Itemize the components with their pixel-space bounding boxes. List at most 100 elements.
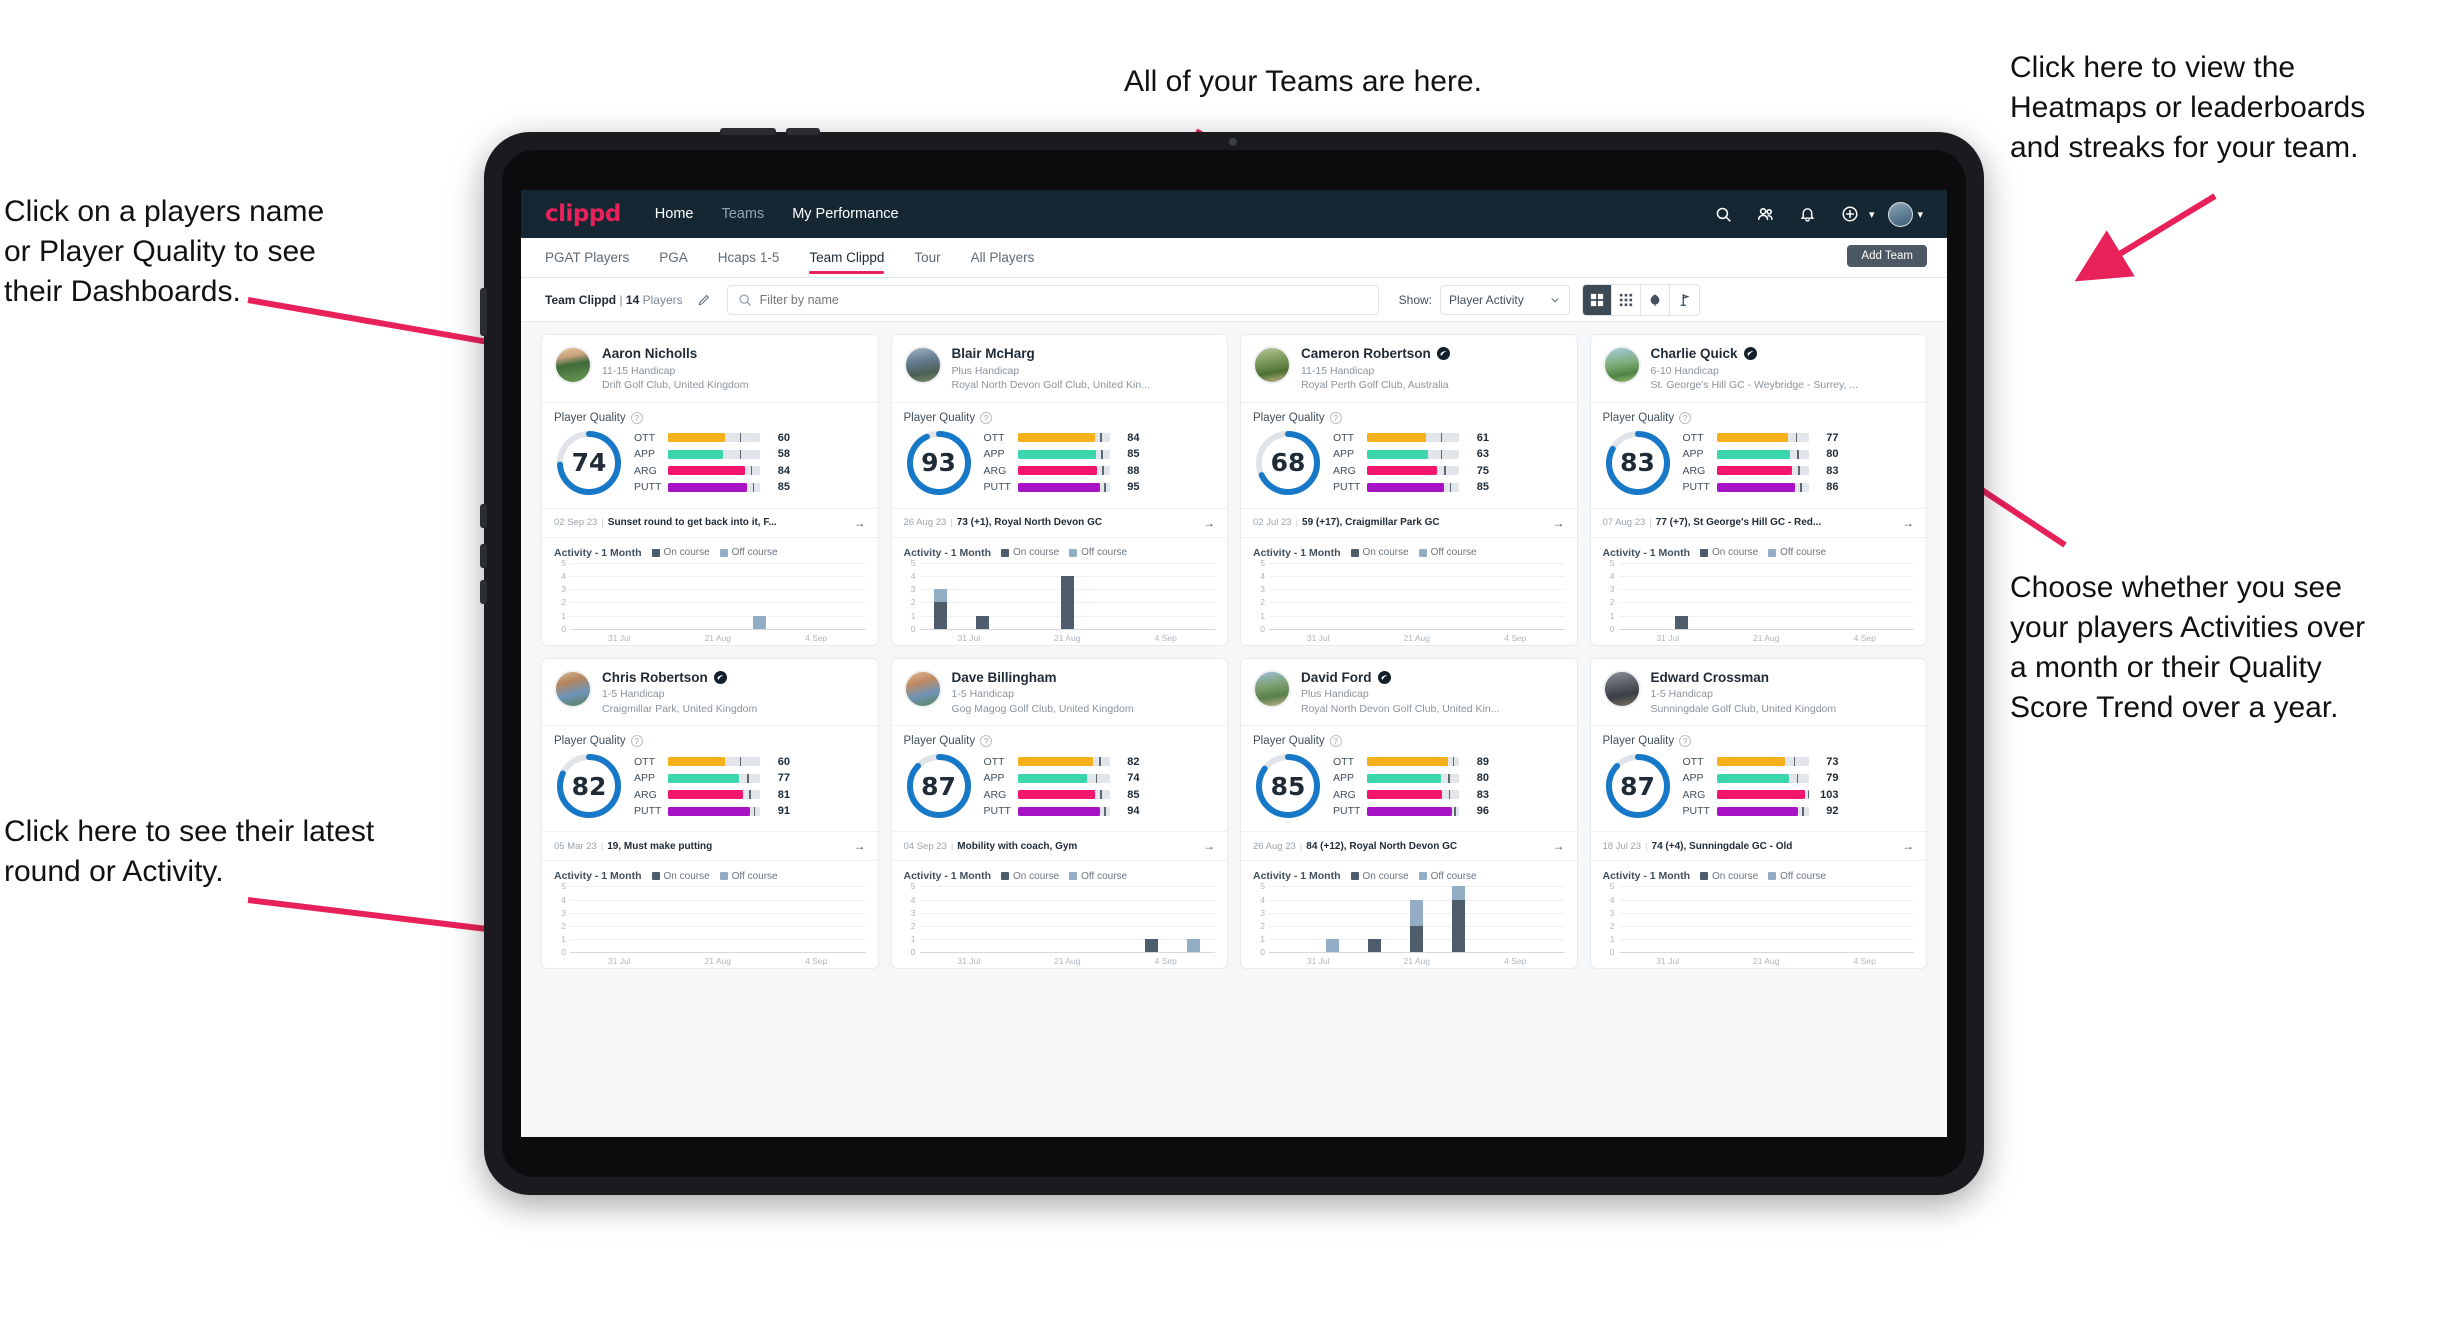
latest-round-row[interactable]: 26 Aug 23 | 73 (+1), Royal North Devon GC → (891, 507, 1227, 538)
player-quality-body[interactable]: 93 OTT 84 APP 85 ARG 88 PUTT 95 (892, 426, 1228, 508)
quality-score-gauge[interactable]: 87 (1603, 751, 1673, 821)
player-quality-body[interactable]: 74 OTT 60 APP 58 ARG 84 PUTT 85 (542, 426, 878, 508)
player-name[interactable]: Dave Billingham (952, 670, 1057, 686)
player-card-header[interactable]: Dave Billingham 1-5 Handicap Gog Magog Gol… (892, 659, 1228, 726)
clippd-logo[interactable]: clippd (545, 201, 621, 227)
search-input[interactable] (759, 292, 1368, 307)
player-avatar[interactable] (903, 346, 942, 384)
show-mode-select[interactable]: Player Activity (1440, 284, 1570, 315)
add-team-button[interactable]: Add Team (1847, 245, 1927, 267)
people-icon[interactable] (1751, 199, 1781, 229)
search-field-wrapper[interactable] (726, 284, 1379, 315)
player-name[interactable]: Aaron Nicholls (602, 346, 697, 362)
nav-link-home[interactable]: Home (655, 206, 694, 222)
arrow-right-icon[interactable]: → (1203, 839, 1215, 853)
player-quality-body[interactable]: 83 OTT 77 APP 80 ARG 83 PUTT 86 (1591, 426, 1927, 508)
latest-round-row[interactable]: 04 Sep 23 | Mobility with coach, Gym → (891, 831, 1227, 862)
help-icon[interactable]: ? (1329, 411, 1342, 424)
arrow-right-icon[interactable]: → (1203, 516, 1215, 530)
quality-score-gauge[interactable]: 68 (1253, 428, 1323, 498)
latest-round-row[interactable]: 26 Aug 23 | 84 (+12), Royal North Devon GC… (1241, 831, 1577, 862)
small-grid-icon[interactable] (1612, 284, 1641, 315)
player-card[interactable]: Chris Robertson 1-5 Handicap Craigmillar P… (541, 657, 879, 970)
player-quality-body[interactable]: 85 OTT 89 APP 80 ARG 83 PUTT 96 (1241, 749, 1577, 831)
tab-tour[interactable]: Tour (914, 238, 940, 278)
help-icon[interactable]: ? (1679, 411, 1692, 424)
player-name-row[interactable]: Edward Crossman (1651, 670, 1837, 686)
nav-link-teams[interactable]: Teams (721, 206, 764, 222)
nav-link-my-performance[interactable]: My Performance (792, 206, 898, 222)
player-card-header[interactable]: Cameron Robertson 11-15 Handicap Royal Per… (1241, 335, 1577, 402)
arrow-right-icon[interactable]: → (854, 516, 866, 530)
plus-menu-chevron-down-icon[interactable]: ▾ (1869, 208, 1875, 221)
player-quality-body[interactable]: 87 OTT 82 APP 74 ARG 85 PUTT 94 (892, 749, 1228, 831)
player-name[interactable]: Cameron Robertson (1301, 346, 1431, 362)
player-name-row[interactable]: Blair McHarg (952, 346, 1150, 362)
player-avatar[interactable] (903, 669, 942, 708)
latest-round-row[interactable]: 02 Sep 23 | Sunset round to get back into … (542, 507, 878, 538)
quality-score-gauge[interactable]: 82 (554, 751, 624, 821)
tab-hcaps-1-5[interactable]: Hcaps 1-5 (718, 238, 780, 278)
arrow-right-icon[interactable]: → (1902, 516, 1914, 530)
player-name[interactable]: Chris Robertson (602, 670, 708, 686)
bell-icon[interactable] (1793, 199, 1823, 229)
arrow-right-icon[interactable]: → (1902, 839, 1914, 853)
tab-pgat-players[interactable]: PGAT Players (545, 238, 629, 278)
player-name-row[interactable]: Chris Robertson (602, 670, 757, 686)
quality-score-gauge[interactable]: 83 (1603, 428, 1673, 498)
player-name-row[interactable]: David Ford (1301, 670, 1499, 686)
player-name[interactable]: Edward Crossman (1651, 670, 1770, 686)
player-name-row[interactable]: Dave Billingham (952, 670, 1134, 686)
player-quality-body[interactable]: 82 OTT 60 APP 77 ARG 81 PUTT 91 (542, 749, 878, 831)
quality-score-gauge[interactable]: 74 (554, 428, 624, 498)
player-avatar[interactable] (1253, 346, 1291, 384)
player-name[interactable]: David Ford (1301, 670, 1372, 686)
player-card-header[interactable]: Edward Crossman 1-5 Handicap Sunningdale G… (1591, 659, 1927, 726)
player-card[interactable]: David Ford Plus Handicap Royal North Devon… (1240, 657, 1578, 970)
tab-team-clippd[interactable]: Team Clippd (809, 238, 885, 278)
tab-all-players[interactable]: All Players (971, 238, 1035, 278)
help-icon[interactable]: ? (630, 735, 643, 748)
player-name-row[interactable]: Charlie Quick (1651, 346, 1859, 362)
help-icon[interactable]: ? (980, 411, 993, 424)
player-name-row[interactable]: Aaron Nicholls (602, 346, 748, 362)
tab-pga[interactable]: PGA (659, 238, 688, 278)
player-card[interactable]: Aaron Nicholls 11-15 Handicap Drift Golf C… (541, 334, 879, 646)
player-avatar[interactable] (554, 669, 592, 708)
large-grid-icon[interactable] (1583, 284, 1612, 315)
help-icon[interactable]: ? (630, 411, 643, 424)
player-card[interactable]: Dave Billingham 1-5 Handicap Gog Magog Gol… (890, 657, 1228, 970)
help-icon[interactable]: ? (1329, 735, 1342, 748)
player-avatar[interactable] (1253, 669, 1291, 708)
help-icon[interactable]: ? (1679, 735, 1692, 748)
player-card-header[interactable]: David Ford Plus Handicap Royal North Devon… (1241, 659, 1577, 726)
player-name-row[interactable]: Cameron Robertson (1301, 346, 1450, 362)
help-icon[interactable]: ? (980, 735, 993, 748)
arrow-right-icon[interactable]: → (1553, 839, 1565, 853)
latest-round-row[interactable]: 05 Mar 23 | 19, Must make putting → (542, 831, 878, 862)
player-card-header[interactable]: Blair McHarg Plus Handicap Royal North Dev… (892, 335, 1228, 402)
quality-score-gauge[interactable]: 87 (904, 751, 974, 821)
heatmap-icon[interactable] (1641, 284, 1670, 315)
plus-circle-icon[interactable] (1835, 199, 1865, 229)
search-icon[interactable] (1709, 199, 1739, 229)
player-card[interactable]: Blair McHarg Plus Handicap Royal North Dev… (890, 334, 1228, 646)
arrow-right-icon[interactable]: → (854, 839, 866, 853)
player-card[interactable]: Charlie Quick 6-10 Handicap St. George's H… (1589, 334, 1927, 646)
player-avatar[interactable] (1602, 346, 1641, 384)
player-name[interactable]: Blair McHarg (952, 346, 1035, 362)
player-card-header[interactable]: Charlie Quick 6-10 Handicap St. George's H… (1591, 335, 1927, 402)
user-menu-chevron-down-icon[interactable]: ▾ (1917, 208, 1923, 221)
player-card-header[interactable]: Aaron Nicholls 11-15 Handicap Drift Golf C… (542, 335, 878, 402)
player-quality-body[interactable]: 87 OTT 73 APP 79 ARG 103 PUTT 92 (1591, 749, 1927, 831)
player-card-header[interactable]: Chris Robertson 1-5 Handicap Craigmillar P… (542, 659, 878, 726)
latest-round-row[interactable]: 18 Jul 23 | 74 (+4), Sunningdale GC - Old → (1590, 831, 1926, 862)
player-avatar[interactable] (1602, 669, 1641, 708)
arrow-right-icon[interactable]: → (1553, 516, 1565, 530)
player-quality-body[interactable]: 68 OTT 61 APP 63 ARG 75 PUTT 85 (1241, 426, 1577, 508)
edit-team-pencil-icon[interactable] (691, 287, 717, 313)
quality-score-gauge[interactable]: 85 (1253, 751, 1323, 821)
latest-round-row[interactable]: 02 Jul 23 | 59 (+17), Craigmillar Park GC → (1241, 507, 1577, 538)
player-name[interactable]: Charlie Quick (1651, 346, 1738, 362)
player-card[interactable]: Cameron Robertson 11-15 Handicap Royal Per… (1240, 334, 1578, 646)
